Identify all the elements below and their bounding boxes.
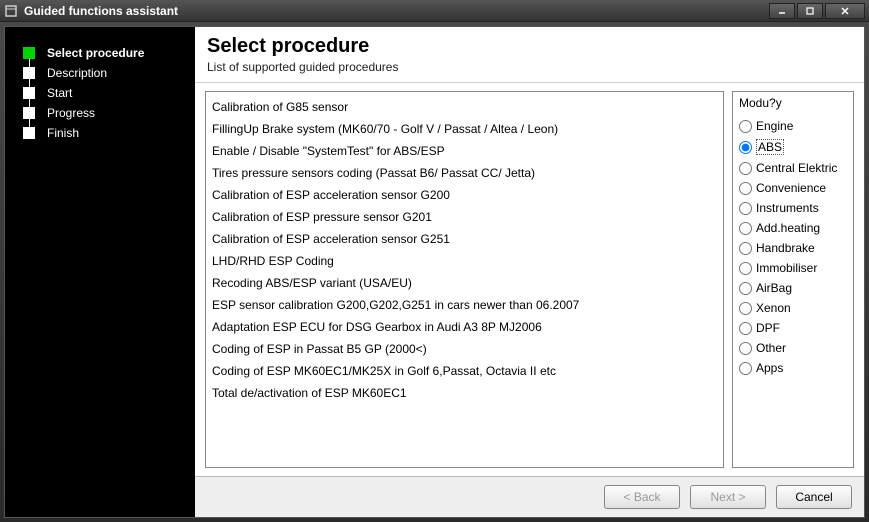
module-radio-input[interactable]: [739, 362, 752, 375]
app-icon: [4, 4, 18, 18]
module-radio-label: Add.heating: [756, 221, 820, 235]
step-box-icon: [23, 67, 35, 79]
module-radio-label: Handbrake: [756, 241, 815, 255]
module-radio-label: Apps: [756, 361, 783, 375]
page-subtitle: List of supported guided procedures: [207, 60, 852, 74]
module-radio-input[interactable]: [739, 322, 752, 335]
titlebar[interactable]: Guided functions assistant: [0, 0, 869, 22]
module-radio-input[interactable]: [739, 342, 752, 355]
window-controls: [769, 3, 865, 19]
module-radio-input[interactable]: [739, 262, 752, 275]
procedure-item[interactable]: LHD/RHD ESP Coding: [212, 250, 717, 272]
module-radio[interactable]: Immobiliser: [739, 258, 847, 278]
procedure-item[interactable]: Recoding ABS/ESP variant (USA/EU): [212, 272, 717, 294]
procedure-item[interactable]: Calibration of G85 sensor: [212, 96, 717, 118]
wizard-step[interactable]: Start: [23, 83, 187, 103]
main-body: Calibration of G85 sensorFillingUp Brake…: [195, 83, 864, 476]
procedure-item[interactable]: Total de/activation of ESP MK60EC1: [212, 382, 717, 404]
module-radio[interactable]: Other: [739, 338, 847, 358]
step-box-icon: [23, 107, 35, 119]
procedure-item[interactable]: Coding of ESP MK60EC1/MK25X in Golf 6,Pa…: [212, 360, 717, 382]
module-radio[interactable]: Convenience: [739, 178, 847, 198]
module-radio[interactable]: ABS: [739, 136, 847, 158]
module-radio-label: Central Elektric: [756, 161, 837, 175]
module-radio-input[interactable]: [739, 222, 752, 235]
procedure-item[interactable]: Coding of ESP in Passat B5 GP (2000<): [212, 338, 717, 360]
cancel-button[interactable]: Cancel: [776, 485, 852, 509]
procedure-item[interactable]: Calibration of ESP acceleration sensor G…: [212, 228, 717, 250]
module-radio-label: Immobiliser: [756, 261, 817, 275]
module-group-label: Modu?y: [739, 96, 847, 110]
step-box-icon: [23, 47, 35, 59]
module-radio-input[interactable]: [739, 182, 752, 195]
module-radio[interactable]: Engine: [739, 116, 847, 136]
module-radio[interactable]: Handbrake: [739, 238, 847, 258]
module-radio-label: ABS: [756, 139, 784, 155]
close-button[interactable]: [825, 3, 865, 19]
module-radio[interactable]: DPF: [739, 318, 847, 338]
step-box-icon: [23, 127, 35, 139]
module-radio-label: Instruments: [756, 201, 819, 215]
step-label: Select procedure: [47, 46, 144, 60]
window-title: Guided functions assistant: [24, 4, 178, 18]
wizard-steps: Select procedure Description Start Progress…: [23, 43, 187, 143]
page-title: Select procedure: [207, 35, 852, 58]
content-frame: Select procedure Description Start Progress…: [4, 26, 865, 518]
procedure-item[interactable]: Adaptation ESP ECU for DSG Gearbox in Au…: [212, 316, 717, 338]
procedure-item[interactable]: Enable / Disable "SystemTest" for ABS/ES…: [212, 140, 717, 162]
module-radio-input[interactable]: [739, 202, 752, 215]
module-radio[interactable]: Central Elektric: [739, 158, 847, 178]
procedure-item[interactable]: ESP sensor calibration G200,G202,G251 in…: [212, 294, 717, 316]
module-radio-label: Xenon: [756, 301, 791, 315]
module-radio-input[interactable]: [739, 162, 752, 175]
module-group: Modu?y Engine ABS Central Elektric Convenie…: [732, 91, 854, 468]
module-radio-input[interactable]: [739, 120, 752, 133]
step-label: Start: [47, 86, 72, 100]
content-body: Select procedure Description Start Progress…: [5, 27, 864, 517]
procedure-list[interactable]: Calibration of G85 sensorFillingUp Brake…: [205, 91, 724, 468]
step-label: Progress: [47, 106, 95, 120]
module-radio-input[interactable]: [739, 141, 752, 154]
procedure-item[interactable]: Calibration of ESP pressure sensor G201: [212, 206, 717, 228]
module-radio-input[interactable]: [739, 242, 752, 255]
step-box-icon: [23, 87, 35, 99]
next-button[interactable]: Next >: [690, 485, 766, 509]
wizard-step[interactable]: Finish: [23, 123, 187, 143]
wizard-footer: < Back Next > Cancel: [195, 476, 864, 517]
wizard-step[interactable]: Description: [23, 63, 187, 83]
module-radio-input[interactable]: [739, 282, 752, 295]
module-radio-label: DPF: [756, 321, 780, 335]
module-radio-label: AirBag: [756, 281, 792, 295]
minimize-button[interactable]: [769, 3, 795, 19]
app-window: Guided functions assistant Select proced…: [0, 0, 869, 522]
module-radio-label: Other: [756, 341, 786, 355]
step-label: Description: [47, 66, 107, 80]
module-radio[interactable]: Apps: [739, 358, 847, 378]
wizard-sidebar: Select procedure Description Start Progress…: [5, 27, 195, 517]
maximize-button[interactable]: [797, 3, 823, 19]
module-radio[interactable]: AirBag: [739, 278, 847, 298]
procedure-item[interactable]: FillingUp Brake system (MK60/70 - Golf V…: [212, 118, 717, 140]
wizard-step[interactable]: Progress: [23, 103, 187, 123]
module-radio[interactable]: Add.heating: [739, 218, 847, 238]
wizard-step[interactable]: Select procedure: [23, 43, 187, 63]
module-radio-label: Convenience: [756, 181, 826, 195]
module-radio-list: Engine ABS Central Elektric Convenience Inst…: [739, 116, 847, 378]
procedure-item[interactable]: Tires pressure sensors coding (Passat B6…: [212, 162, 717, 184]
main-panel: Select procedure List of supported guide…: [195, 27, 864, 517]
module-radio[interactable]: Instruments: [739, 198, 847, 218]
step-label: Finish: [47, 126, 79, 140]
back-button[interactable]: < Back: [604, 485, 680, 509]
main-header: Select procedure List of supported guide…: [195, 27, 864, 83]
procedure-item[interactable]: Calibration of ESP acceleration sensor G…: [212, 184, 717, 206]
module-radio-input[interactable]: [739, 302, 752, 315]
module-radio-label: Engine: [756, 119, 793, 133]
module-radio[interactable]: Xenon: [739, 298, 847, 318]
